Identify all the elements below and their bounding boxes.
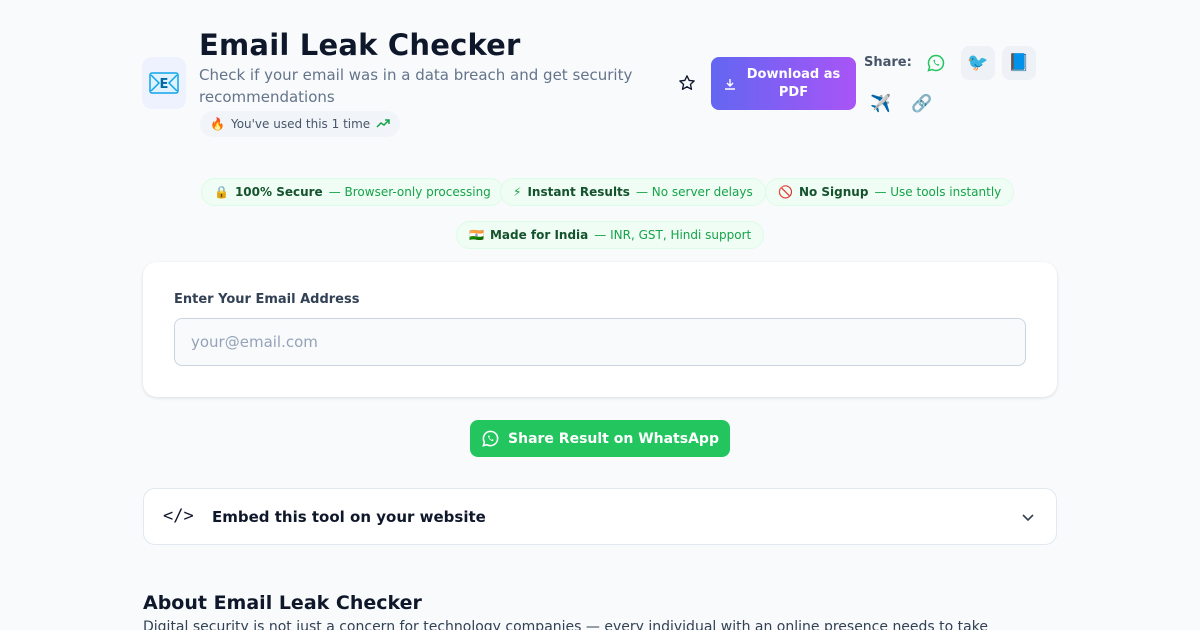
email-tool-icon: E [142,57,186,109]
about-paragraph: Digital security is not just a concern f… [143,619,988,630]
download-icon [724,78,735,90]
about-heading: About Email Leak Checker [143,592,422,614]
badge-india: 🇮🇳 Made for India — INR, GST, Hindi supp… [456,221,765,249]
facebook-book-icon: 📘 [1008,53,1030,73]
favorite-star-button[interactable] [676,72,698,94]
embed-title: Embed this tool on your website [212,508,486,526]
lightning-icon: ⚡ [513,185,522,199]
share-result-label: Share Result on WhatsApp [508,430,719,447]
download-pdf-button[interactable]: Download as PDF [711,57,856,110]
page-title: Email Leak Checker [199,28,521,62]
copy-link-button[interactable]: 🔗 [905,87,939,121]
whatsapp-icon [927,54,945,72]
share-telegram-button[interactable]: ✈️ [864,87,898,121]
badge-desc: — Use tools instantly [874,185,1002,199]
email-field[interactable] [174,318,1026,366]
badge-instant: ⚡ Instant Results — No server delays [500,178,766,206]
badge-no-signup: 🚫 No Signup — Use tools instantly [765,178,1015,206]
badge-title: No Signup [798,185,869,199]
twitter-bird-icon: 🐦 [967,53,989,73]
share-result-whatsapp-button[interactable]: Share Result on WhatsApp [470,420,730,457]
lock-icon: 🔒 [214,185,229,199]
download-pdf-label: Download as PDF [746,66,841,100]
badge-desc: — No server delays [635,185,753,199]
usage-counter: 🔥 You've used this 1 time [200,111,401,137]
share-whatsapp-button[interactable] [919,46,953,80]
badge-title: 100% Secure [234,185,323,199]
no-entry-icon: 🚫 [778,185,793,199]
whatsapp-icon [482,430,499,447]
link-icon: 🔗 [911,94,933,114]
badge-title: Made for India [489,228,589,242]
svg-text:E: E [160,77,169,92]
email-input-card: Enter Your Email Address [143,262,1057,397]
chevron-down-icon [1022,514,1034,522]
star-icon [679,75,695,90]
badge-title: Instant Results [527,185,630,199]
embed-accordion[interactable]: </> Embed this tool on your website [143,488,1057,545]
india-flag-icon: 🇮🇳 [469,228,484,242]
badge-desc: — Browser-only processing [328,185,491,199]
trending-up-icon [376,117,390,131]
share-facebook-button[interactable]: 📘 [1002,46,1036,80]
badge-desc: — INR, GST, Hindi support [594,228,752,242]
fire-icon: 🔥 [210,117,225,131]
page: E Email Leak Checker Check if your email… [0,0,1200,630]
usage-text: You've used this 1 time [230,117,371,131]
email-field-label: Enter Your Email Address [174,292,360,307]
badge-secure: 🔒 100% Secure — Browser-only processing [201,178,504,206]
page-subtitle: Check if your email was in a data breach… [199,66,633,106]
code-icon: </> [163,506,194,526]
share-label: Share: [864,55,912,70]
share-twitter-button[interactable]: 🐦 [961,46,995,80]
telegram-plane-icon: ✈️ [870,94,892,114]
